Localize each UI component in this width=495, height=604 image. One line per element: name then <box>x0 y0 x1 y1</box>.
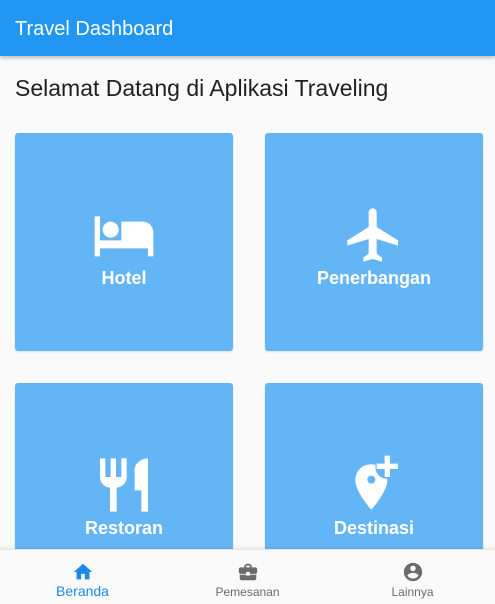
nav-item-label: Beranda <box>56 583 109 599</box>
card-restoran-label: Restoran <box>84 518 164 538</box>
nav-item-label: Pemesanan <box>215 585 280 599</box>
fork-knife-icon <box>100 458 148 512</box>
card-hotel-label: Hotel <box>101 268 147 288</box>
hotel-bed-icon <box>94 216 154 257</box>
briefcase-icon <box>238 563 257 581</box>
account-circle-icon <box>403 562 422 582</box>
add-location-icon <box>355 455 398 510</box>
airplane-icon <box>347 208 398 262</box>
nav-item-pemesanan[interactable]: Pemesanan <box>165 550 330 604</box>
card-destinasi-label: Destinasi <box>333 518 415 538</box>
bottom-navigation: Beranda Pemesanan Lainnya <box>0 549 495 604</box>
home-icon <box>73 563 92 580</box>
nav-item-label: Lainnya <box>391 585 434 599</box>
card-penerbangan[interactable]: Penerbangan <box>265 133 483 351</box>
app-bar-title: Travel Dashboard <box>15 18 174 40</box>
app-root: Travel Dashboard Selamat Datang di Aplik… <box>0 0 495 604</box>
app-bar: Travel Dashboard <box>0 0 495 56</box>
card-hotel[interactable]: Hotel <box>15 133 233 351</box>
nav-item-lainnya[interactable]: Lainnya <box>330 550 495 604</box>
card-penerbangan-label: Penerbangan <box>316 268 432 288</box>
welcome-heading: Selamat Datang di Aplikasi Traveling <box>15 75 389 101</box>
nav-item-beranda[interactable]: Beranda <box>0 550 165 604</box>
